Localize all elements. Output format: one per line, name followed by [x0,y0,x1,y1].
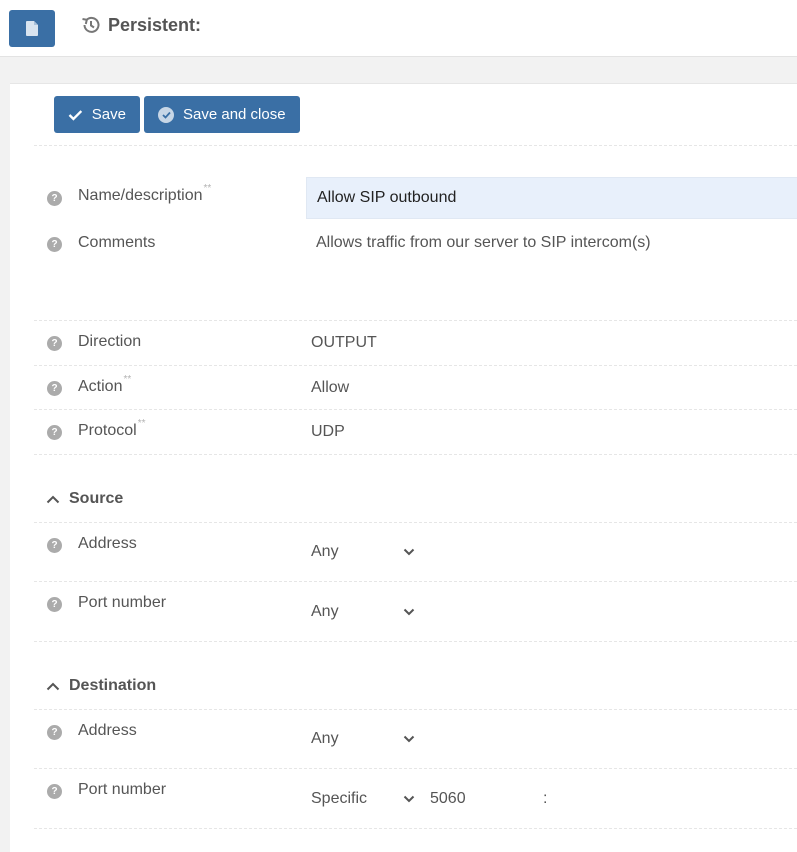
divider [34,828,797,829]
direction-value[interactable]: OUTPUT [311,334,377,352]
source-port-select[interactable]: Any [311,603,415,621]
protocol-label: Protocol** [78,418,146,439]
divider [34,320,797,321]
destination-port-select[interactable]: Specific [311,790,415,808]
divider [34,709,797,710]
port-range-separator: : [543,790,548,807]
divider [34,641,797,642]
action-value[interactable]: Allow [311,379,349,397]
check-circle-icon [158,106,174,123]
destination-port-label: Port number [78,781,167,798]
divider [34,768,797,769]
destination-address-select[interactable]: Any [311,730,415,748]
source-port-label: Port number [78,594,167,611]
save-and-close-label: Save and close [183,106,286,123]
divider [34,145,797,146]
name-label: Name/description** [78,183,212,204]
source-address-value: Any [311,543,339,560]
divider [34,365,797,366]
divider [34,409,797,410]
help-icon[interactable]: ? [47,538,62,553]
page-title: Persistent: [108,14,202,35]
chevron-down-icon [403,735,415,743]
source-section-header[interactable]: Source [46,490,123,508]
divider [34,522,797,523]
direction-label: Direction [78,333,142,350]
history-header: Persistent: [80,14,201,36]
save-and-close-button[interactable]: Save and close [144,96,300,133]
destination-address-label: Address [78,722,137,739]
destination-port-value: Specific [311,790,368,807]
comments-textarea[interactable]: Allows traffic from our server to SIP in… [306,229,797,309]
help-icon[interactable]: ? [47,725,62,740]
divider [34,581,797,582]
document-button[interactable] [9,10,55,47]
destination-title: Destination [69,677,157,694]
source-port-value: Any [311,603,339,620]
help-icon[interactable]: ? [47,597,62,612]
help-icon[interactable]: ? [47,237,62,252]
check-icon [68,109,83,121]
chevron-up-icon [46,495,60,503]
protocol-value[interactable]: UDP [311,423,345,441]
divider [34,454,797,455]
comments-label: Comments [78,234,156,251]
destination-section-header[interactable]: Destination [46,677,156,695]
help-icon[interactable]: ? [47,336,62,351]
destination-address-value: Any [311,730,339,747]
history-icon[interactable] [80,14,102,36]
save-button[interactable]: Save [54,96,140,133]
chevron-up-icon [46,682,60,690]
source-title: Source [69,490,124,507]
help-icon[interactable]: ? [47,191,62,206]
top-bar: Persistent: [0,0,797,57]
help-icon[interactable]: ? [47,784,62,799]
source-address-select[interactable]: Any [311,543,415,561]
action-label: Action** [78,374,132,395]
destination-port-input[interactable]: 5060 [430,790,466,808]
chevron-down-icon [403,548,415,556]
save-label: Save [91,106,126,123]
help-icon[interactable]: ? [47,425,62,440]
source-address-label: Address [78,535,137,552]
chevron-down-icon [403,795,415,803]
help-icon[interactable]: ? [47,381,62,396]
name-input[interactable]: Allow SIP outbound [306,177,797,219]
document-icon [26,21,38,36]
chevron-down-icon [403,608,415,616]
